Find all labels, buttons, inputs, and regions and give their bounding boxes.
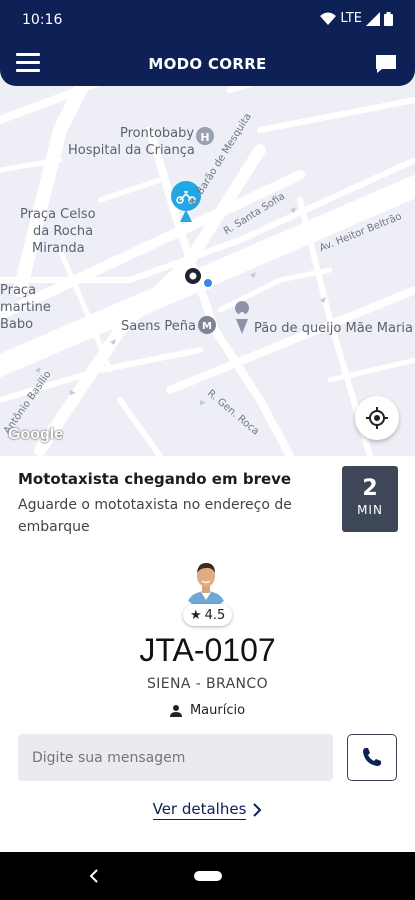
svg-text:M: M: [202, 321, 212, 332]
driver-rating: ★ 4.5: [183, 604, 233, 626]
call-button[interactable]: [347, 734, 397, 781]
status-bar: 10:16 LTE: [0, 0, 415, 40]
map-label-saens-pena: Saens Peña: [121, 319, 196, 334]
map-label-praca-celso: Praça Celso: [20, 207, 96, 222]
home-pill[interactable]: [194, 871, 222, 881]
driver-photo-icon: [180, 556, 232, 608]
map-view[interactable]: H M Prontobaby Hospital da Criança Praça…: [0, 70, 415, 456]
eta-value: 2: [362, 476, 378, 501]
chevron-right-icon: [253, 803, 262, 817]
battery-icon: [384, 11, 393, 26]
details-link[interactable]: Ver detalhes: [0, 800, 415, 820]
driver-name: Maurício: [189, 703, 246, 718]
status-icons: LTE: [320, 11, 393, 26]
vehicle-plate: JTA-0107: [139, 632, 276, 668]
map-label-praca-lamartine: Praça: [0, 283, 37, 298]
map-label-prontobaby: Prontobaby: [120, 126, 195, 141]
vehicle-description: SIENA - BRANCO: [146, 676, 269, 692]
chat-button[interactable]: [375, 54, 397, 74]
map-label-praca-celso: da Rocha: [33, 224, 94, 239]
wifi-icon: [320, 12, 337, 25]
system-nav-bar: [0, 852, 415, 900]
eta-unit: MIN: [357, 503, 383, 517]
driver-avatar: [180, 556, 232, 608]
map-label-praca-lamartine: martine: [0, 300, 51, 315]
signal-icon: [366, 11, 380, 26]
map-label-pao-de-queijo: Pão de queijo Mãe Maria: [254, 321, 413, 336]
map-label-praca-lamartine: Babo: [0, 317, 34, 332]
map-label-praca-celso: Miranda: [32, 241, 85, 256]
svg-text:H: H: [200, 131, 209, 144]
eta-badge: 2 MIN: [342, 466, 398, 532]
chat-icon: [376, 55, 396, 73]
map-label-hospital: Hospital da Criança: [68, 143, 195, 158]
trip-status-title: Mototaxista chegando em breve: [18, 470, 292, 488]
rating-value: 4.5: [204, 607, 226, 623]
trip-status-subtitle: Aguarde o mototaxista no endereço de emb…: [18, 497, 292, 535]
details-link-label: Ver detalhes: [152, 800, 247, 820]
network-type: LTE: [340, 11, 362, 26]
google-logo: Google: [8, 426, 64, 443]
crosshair-icon: [366, 407, 388, 429]
phone-icon: [363, 748, 381, 766]
person-icon: [169, 704, 182, 717]
status-time: 10:16: [22, 12, 63, 28]
back-icon[interactable]: [86, 867, 102, 885]
page-title: MODO CORRE: [148, 55, 267, 73]
app-header: 10:16 LTE MODO CORRE: [0, 0, 415, 86]
star-icon: ★: [190, 607, 202, 623]
app-screen: H M Prontobaby Hospital da Criança Praça…: [0, 0, 415, 900]
my-location-button[interactable]: [355, 396, 399, 440]
message-input[interactable]: [18, 734, 333, 781]
driver-name-row: Maurício: [0, 703, 415, 718]
